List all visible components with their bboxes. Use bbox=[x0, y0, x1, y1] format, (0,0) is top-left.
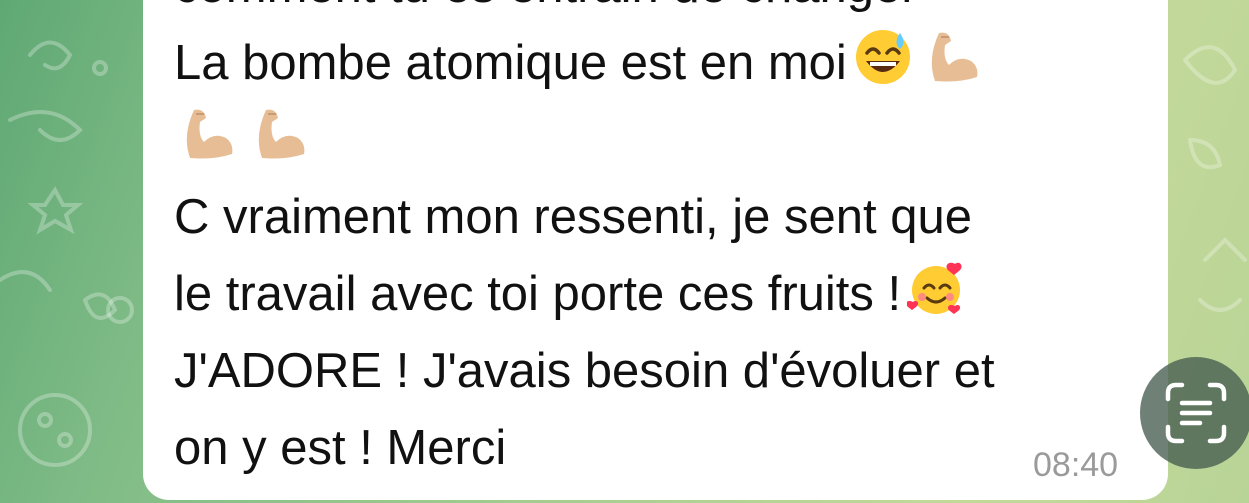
flexed-biceps-emoji bbox=[246, 104, 306, 164]
message-timestamp: 08:40 bbox=[1033, 446, 1119, 484]
message-text: comment tu es entrain de changer La bomb… bbox=[174, 0, 1134, 487]
flexed-biceps-emoji bbox=[919, 27, 979, 87]
message-line-3 bbox=[174, 102, 1134, 179]
message-line-1: comment tu es entrain de changer bbox=[174, 0, 1134, 25]
live-text-scan-icon bbox=[1165, 382, 1227, 444]
grinning-sweat-emoji bbox=[853, 27, 913, 87]
message-line-4: C vraiment mon ressenti, je sent que bbox=[174, 190, 972, 244]
message-line-5: le travail avec toi porte ces fruits ! bbox=[174, 256, 1134, 333]
message-line-7: on y est ! Merci bbox=[174, 421, 507, 475]
live-text-scan-button[interactable] bbox=[1140, 357, 1249, 469]
message-line-2: La bombe atomique est en moi bbox=[174, 25, 1134, 102]
message-line-6: J'ADORE ! J'avais besoin d'évoluer et bbox=[174, 344, 995, 398]
flexed-biceps-emoji bbox=[174, 104, 234, 164]
smiling-face-with-hearts-emoji bbox=[907, 258, 967, 318]
